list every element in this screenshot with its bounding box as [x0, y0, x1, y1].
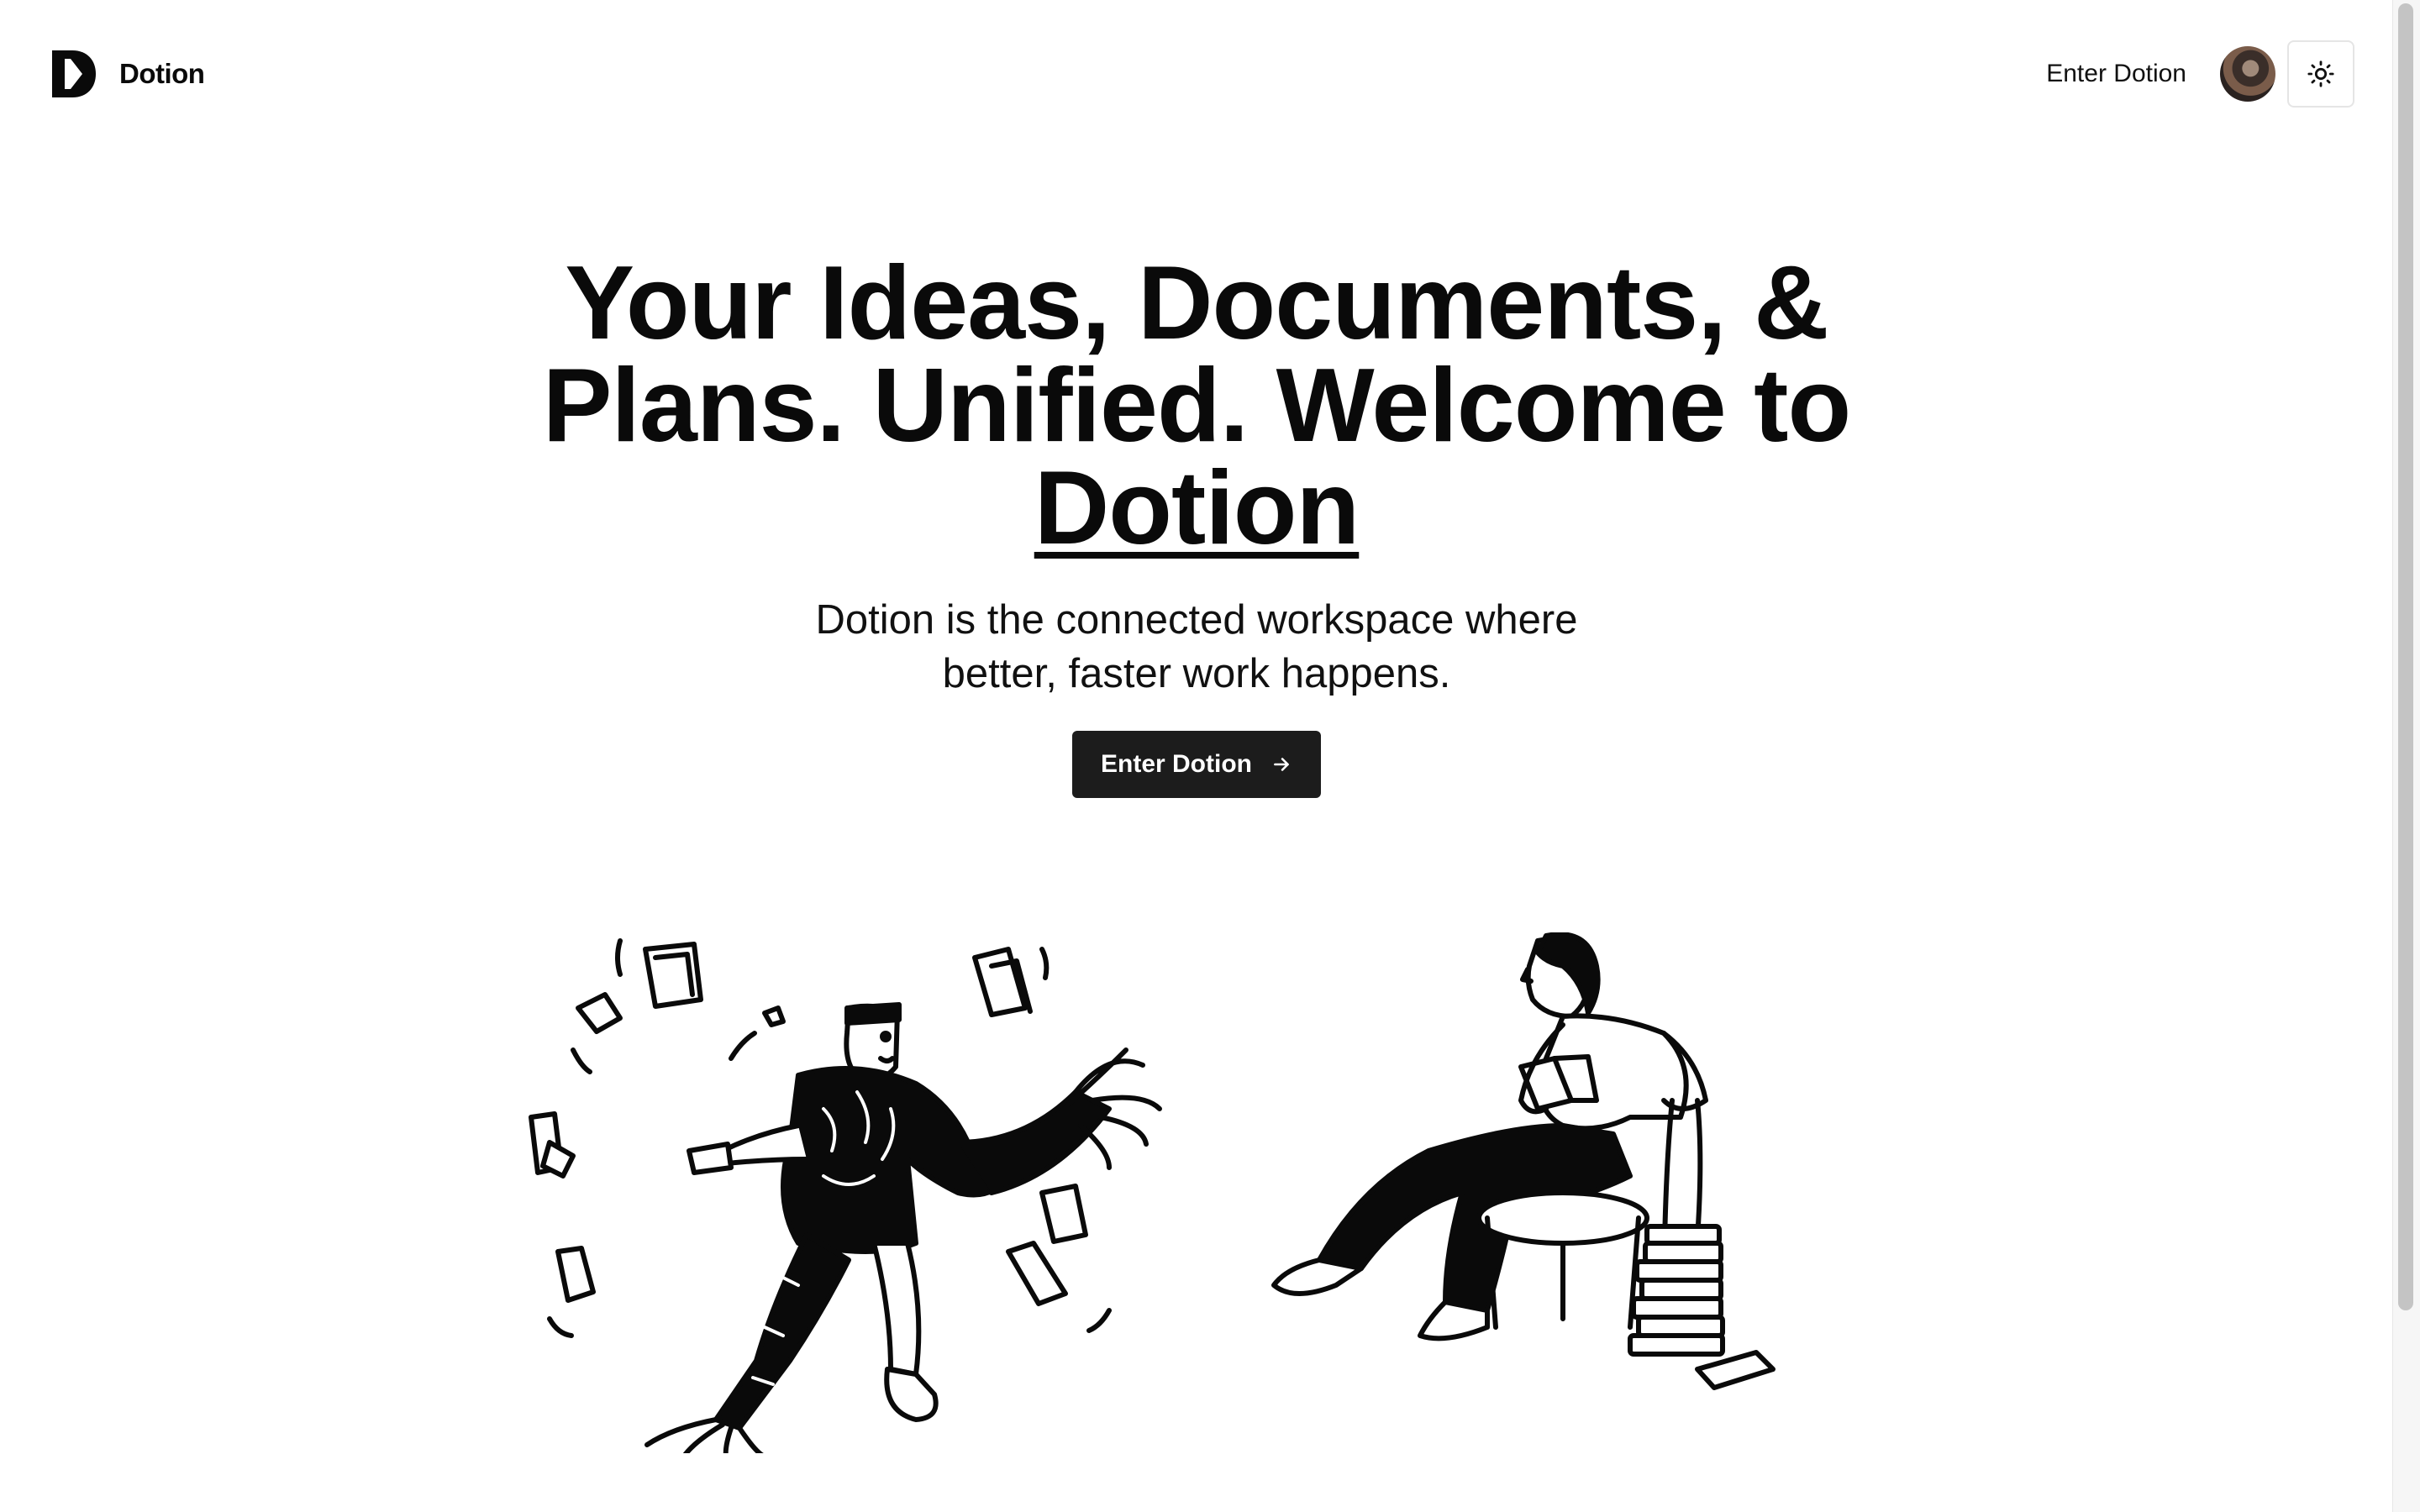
vertical-scrollbar[interactable]: [2392, 0, 2420, 1512]
nav-actions: Enter Dotion: [2046, 40, 2354, 108]
hero-illustration-right: [1271, 932, 1776, 1390]
theme-toggle-button[interactable]: [2287, 40, 2354, 108]
hero-section: Your Ideas, Documents, & Plans. Unified.…: [0, 251, 2393, 798]
scrollbar-thumb[interactable]: [2398, 3, 2413, 1310]
top-navbar: Dotion Enter Dotion: [0, 0, 2393, 148]
hero-illustration-left: [529, 938, 1162, 1453]
arrow-right-icon: [1274, 758, 1289, 771]
brand-name: Dotion: [119, 58, 205, 89]
user-avatar[interactable]: [2220, 46, 2275, 102]
headline-brand: Dotion: [1034, 450, 1360, 566]
enter-dotion-button[interactable]: Enter Dotion: [1072, 731, 1321, 798]
enter-dotion-link[interactable]: Enter Dotion: [2046, 60, 2186, 88]
dotion-logo-icon: [52, 50, 96, 97]
sun-icon: [2307, 60, 2334, 87]
cta-label: Enter Dotion: [1101, 750, 1252, 778]
hero-headline: Your Ideas, Documents, & Plans. Unified.…: [541, 251, 1852, 560]
brand[interactable]: Dotion: [52, 47, 205, 101]
headline-text: Your Ideas, Documents, & Plans. Unified.…: [542, 245, 1851, 464]
hero-subheadline: Dotion is the connected workspace where …: [815, 597, 1578, 696]
